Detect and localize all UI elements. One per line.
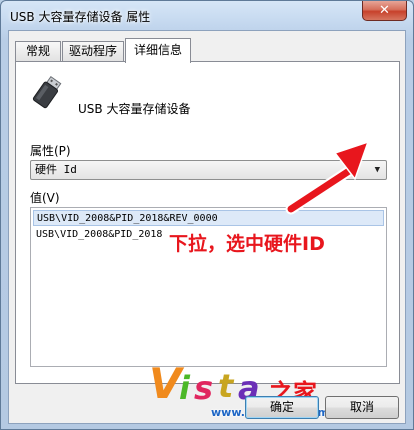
watermark-letter: V (149, 359, 182, 408)
cancel-button[interactable]: 取消 (325, 396, 399, 419)
value-label: 值(V) (30, 191, 60, 205)
watermark-letter: s (194, 369, 214, 407)
title-bar[interactable]: USB 大容量存储设备 属性 ✕ (1, 1, 413, 31)
watermark-letter: i (179, 369, 190, 407)
watermark-letter: t (218, 367, 234, 405)
list-item[interactable]: USB\VID_2008&PID_2018&REV_0000 (33, 210, 384, 226)
close-button[interactable]: ✕ (362, 1, 407, 21)
properties-window: USB 大容量存储设备 属性 ✕ 常规 驱动程序 详细信息 USB 大容量存储设… (0, 0, 414, 430)
ok-button[interactable]: 确定 (245, 396, 319, 419)
device-name: USB 大容量存储设备 (78, 102, 191, 116)
details-panel: USB 大容量存储设备 属性(P) 硬件 Id ▼ 值(V) USB\VID_2… (15, 61, 400, 384)
dialog-client: 常规 驱动程序 详细信息 USB 大容量存储设备 属性(P) 硬件 Id ▼ 值 (8, 30, 406, 424)
annotation-text: 下拉，选中硬件ID (169, 233, 325, 255)
chevron-down-icon[interactable]: ▼ (375, 161, 380, 179)
property-label: 属性(P) (30, 144, 71, 158)
property-selected-value: 硬件 Id (35, 163, 77, 176)
window-title: USB 大容量存储设备 属性 (10, 10, 151, 24)
tab-general[interactable]: 常规 (15, 41, 61, 62)
property-dropdown[interactable]: 硬件 Id ▼ (30, 160, 387, 180)
tab-driver[interactable]: 驱动程序 (62, 41, 124, 62)
tab-details[interactable]: 详细信息 (125, 38, 191, 63)
close-icon: ✕ (379, 3, 390, 18)
usb-drive-icon (32, 76, 62, 109)
